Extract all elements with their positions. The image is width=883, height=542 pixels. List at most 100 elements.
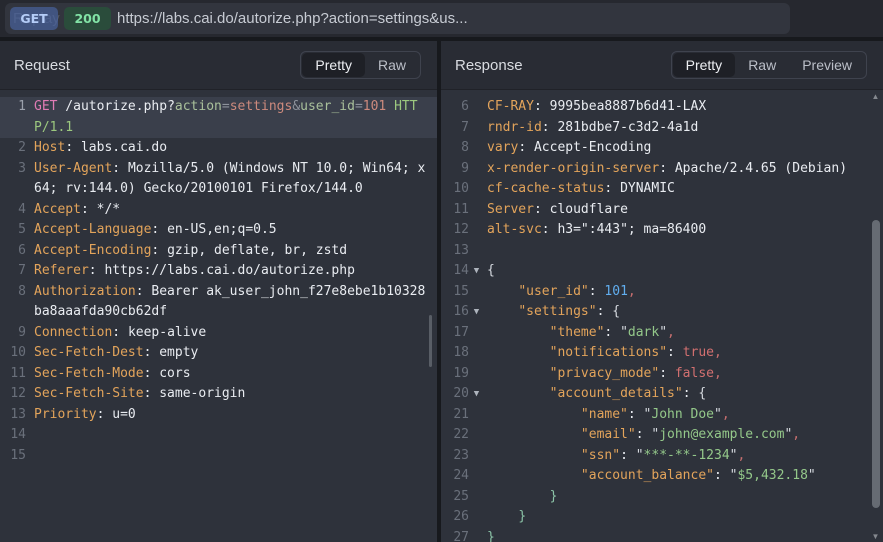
line-number [4, 179, 26, 200]
line-number: 25 [445, 487, 469, 508]
code-text: rndr-id: 281bdbe7-c3d2-4a1d [487, 118, 698, 139]
line-number: 8 [4, 282, 26, 303]
request-panel: Request Pretty Raw 1 GET /autorize.php?ac… [0, 41, 437, 542]
line-number: 21 [445, 405, 469, 426]
chevron-spacer [469, 97, 484, 118]
line-number: 14 [4, 425, 26, 446]
code-text: cf-cache-status: DYNAMIC [487, 179, 675, 200]
scroll-down-arrow-icon[interactable]: ▼ [871, 533, 880, 541]
code-line: 24 "account_balance": "$5,432.18" [441, 466, 883, 487]
collapse-chevron-icon[interactable]: ▼ [469, 384, 484, 405]
code-line: 10 cf-cache-status: DYNAMIC [441, 179, 883, 200]
code-text: ba8aaafda90cb62df [34, 302, 167, 323]
line-number [4, 302, 26, 323]
response-panel-header: Response Pretty Raw Preview [441, 41, 883, 90]
code-text: Host: labs.cai.do [34, 138, 167, 159]
chevron-spacer [469, 466, 484, 487]
code-line: 1 GET /autorize.php?action=settings&user_… [0, 97, 437, 118]
line-number: 7 [445, 118, 469, 139]
request-scrollbar-thumb[interactable] [429, 315, 432, 367]
line-number: 7 [4, 261, 26, 282]
code-line: 11Sec-Fetch-Mode: cors [0, 364, 437, 385]
code-line: 12alt-svc: h3=":443"; ma=86400 [441, 220, 883, 241]
status-code-badge: 200 [64, 7, 111, 30]
code-line: 5Accept-Language: en-US,en;q=0.5 [0, 220, 437, 241]
code-line: 8Authorization: Bearer ak_user_john_f27e… [0, 282, 437, 303]
line-number: 10 [4, 343, 26, 364]
line-number: 14 [445, 261, 469, 282]
line-number: 17 [445, 323, 469, 344]
tab-request-raw[interactable]: Raw [365, 53, 419, 77]
response-scrollbar-thumb[interactable] [872, 220, 880, 508]
code-text: x-render-origin-server: Apache/2.4.65 (D… [487, 159, 847, 180]
line-number: 10 [445, 179, 469, 200]
line-number: 8 [445, 138, 469, 159]
code-text: Referer: https://labs.cai.do/autorize.ph… [34, 261, 355, 282]
code-text: "ssn": "***-**-1234", [487, 446, 745, 467]
chevron-spacer [469, 528, 484, 542]
collapse-chevron-icon[interactable]: ▼ [469, 261, 484, 282]
chevron-spacer [469, 405, 484, 426]
code-line: 14 [0, 425, 437, 446]
chevron-spacer [469, 487, 484, 508]
line-number: 15 [445, 282, 469, 303]
line-number: 9 [4, 323, 26, 344]
scroll-up-arrow-icon[interactable]: ▲ [871, 93, 880, 101]
url-input[interactable]: https://labs.cai.do/autorize.php?action=… [117, 3, 777, 34]
line-number: 11 [445, 200, 469, 221]
code-line: 11 Server: cloudflare [441, 200, 883, 221]
code-line: 14▼{ [441, 261, 883, 282]
method-badge: GET [10, 7, 58, 30]
chevron-spacer [469, 323, 484, 344]
url-bar: Replay GET 200 https://labs.cai.do/autor… [5, 3, 790, 34]
code-text: Sec-Fetch-Dest: empty [34, 343, 198, 364]
code-line: 20▼ "account_details": { [441, 384, 883, 405]
tab-response-pretty[interactable]: Pretty [673, 53, 736, 77]
code-line: 9 Connection: keep-alive [0, 323, 437, 344]
line-number: 22 [445, 425, 469, 446]
line-number: 3 [4, 159, 26, 180]
response-view-tabs: Pretty Raw Preview [671, 51, 867, 79]
request-panel-header: Request Pretty Raw [0, 41, 437, 90]
line-number: 4 [4, 200, 26, 221]
code-text: Connection: keep-alive [34, 323, 206, 344]
code-line: P/1.1 [0, 118, 437, 139]
code-text: "theme": "dark", [487, 323, 675, 344]
code-line: 4Accept: */* [0, 200, 437, 221]
line-number: 9 [445, 159, 469, 180]
response-viewer[interactable]: 6CF-RAY: 9995bea8887b6d41-LAX7rndr-id: 2… [441, 90, 883, 542]
chevron-spacer [469, 343, 484, 364]
chevron-spacer [469, 282, 484, 303]
collapse-chevron-icon[interactable]: ▼ [469, 302, 484, 323]
code-line: 10 Sec-Fetch-Dest: empty [0, 343, 437, 364]
line-number: 15 [4, 446, 26, 467]
code-line: 7 rndr-id: 281bdbe7-c3d2-4a1d [441, 118, 883, 139]
code-line: 23 "ssn": "***-**-1234", [441, 446, 883, 467]
chevron-spacer [469, 507, 484, 528]
code-text: GET /autorize.php?action=settings&user_i… [34, 97, 418, 118]
code-line: 19 "privacy_mode": false, [441, 364, 883, 385]
code-text: "email": "john@example.com", [487, 425, 800, 446]
line-number: 12 [4, 384, 26, 405]
chevron-spacer [469, 138, 484, 159]
tab-response-preview[interactable]: Preview [789, 53, 865, 77]
line-number: 16 [445, 302, 469, 323]
chevron-spacer [469, 446, 484, 467]
code-text: "user_id": 101, [487, 282, 636, 303]
code-text: "name": "John Doe", [487, 405, 730, 426]
code-line: 17 "theme": "dark", [441, 323, 883, 344]
code-line: 64; rv:144.0) Gecko/20100101 Firefox/144… [0, 179, 437, 200]
code-text: "settings": { [487, 302, 620, 323]
code-text: vary: Accept-Encoding [487, 138, 651, 159]
chevron-spacer [469, 159, 484, 180]
tab-request-pretty[interactable]: Pretty [302, 53, 365, 77]
line-number: 27 [445, 528, 469, 542]
line-number: 23 [445, 446, 469, 467]
code-line: 13 [441, 241, 883, 262]
request-editor[interactable]: 1 GET /autorize.php?action=settings&user_… [0, 90, 437, 466]
tab-response-raw[interactable]: Raw [735, 53, 789, 77]
code-text: Server: cloudflare [487, 200, 628, 221]
line-number: 1 [4, 97, 26, 118]
code-line: 7 Referer: https://labs.cai.do/autorize.p… [0, 261, 437, 282]
line-number: 5 [4, 220, 26, 241]
